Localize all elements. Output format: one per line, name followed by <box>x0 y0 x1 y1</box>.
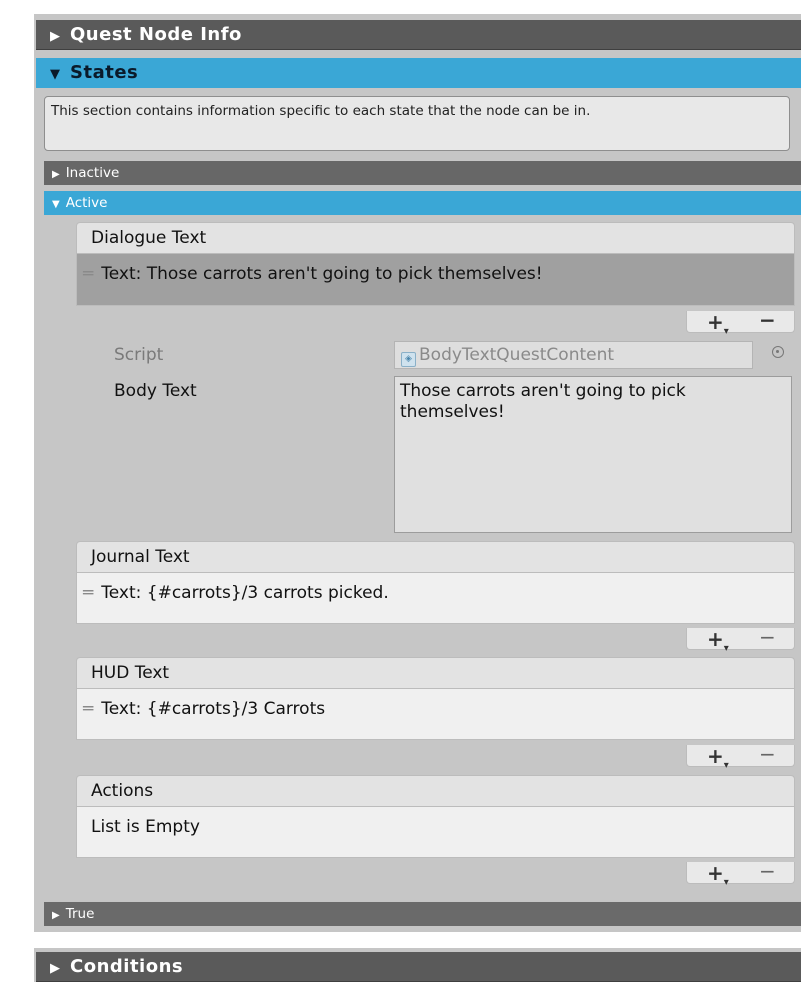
add-item-button[interactable]: +▾ <box>707 746 729 776</box>
script-field: ◈ BodyTextQuestContent <box>394 341 753 369</box>
state-label: Inactive <box>65 165 120 181</box>
section-quest-node-info[interactable]: ▶ Quest Node Info <box>36 20 801 50</box>
journal-text-list: ═ Text: {#carrots}/3 carrots picked. <box>76 572 795 624</box>
body-text-field[interactable]: Those carrots aren't going to pick thems… <box>394 376 792 533</box>
section-states[interactable]: ▼ States <box>36 58 801 88</box>
script-value: BodyTextQuestContent <box>419 345 615 365</box>
list-item-label: Text: {#carrots}/3 carrots picked. <box>101 583 389 603</box>
list-item[interactable]: ═ Text: Those carrots aren't going to pic… <box>83 264 543 284</box>
add-item-button[interactable]: +▾ <box>707 312 729 342</box>
remove-item-button[interactable]: − <box>759 744 776 764</box>
section-title: States <box>70 62 139 83</box>
list-item[interactable]: ═ Text: {#carrots}/3 carrots picked. <box>83 583 389 603</box>
section-divider <box>34 932 801 948</box>
object-picker-icon[interactable] <box>772 346 784 358</box>
section-conditions[interactable]: ▶ Conditions <box>36 952 801 982</box>
hud-text-list: ═ Text: {#carrots}/3 Carrots <box>76 688 795 740</box>
dialogue-text-list: ═ Text: Those carrots aren't going to pic… <box>76 253 795 306</box>
add-item-button[interactable]: +▾ <box>707 629 729 659</box>
journal-text-header: Journal Text <box>76 541 795 572</box>
drag-handle-icon[interactable]: ═ <box>83 264 93 284</box>
script-icon: ◈ <box>401 352 416 367</box>
collapsed-arrow-icon: ▶ <box>50 961 61 976</box>
actions-header: Actions <box>76 775 795 806</box>
actions-list: List is Empty <box>76 806 795 858</box>
empty-list-label: List is Empty <box>91 817 200 837</box>
collapsed-arrow-icon: ▶ <box>52 169 60 180</box>
states-help-box: This section contains information specif… <box>44 96 790 151</box>
collapsed-arrow-icon: ▶ <box>50 29 61 44</box>
script-label: Script <box>114 345 164 365</box>
state-inactive[interactable]: ▶ Inactive <box>44 161 801 185</box>
expanded-arrow-icon: ▼ <box>52 199 60 210</box>
list-item-label: Text: Those carrots aren't going to pick… <box>101 264 543 284</box>
list-item[interactable]: ═ Text: {#carrots}/3 Carrots <box>83 699 325 719</box>
hud-text-header: HUD Text <box>76 657 795 688</box>
journal-list-footer: +▾ − <box>686 627 795 654</box>
drag-handle-icon[interactable]: ═ <box>83 583 93 603</box>
drag-handle-icon[interactable]: ═ <box>83 699 93 719</box>
dialogue-text-header: Dialogue Text <box>76 222 795 253</box>
remove-item-button[interactable]: − <box>759 627 776 647</box>
collapsed-arrow-icon: ▶ <box>52 910 60 921</box>
hud-list-footer: +▾ − <box>686 744 795 771</box>
remove-item-button[interactable]: − <box>759 861 776 881</box>
state-label: Active <box>65 195 108 211</box>
state-active[interactable]: ▼ Active <box>44 191 801 215</box>
actions-list-footer: +▾ − <box>686 861 795 888</box>
dialogue-list-footer: +▾ − <box>686 310 795 337</box>
section-title: Quest Node Info <box>70 24 242 45</box>
state-label: True <box>65 906 95 922</box>
state-true[interactable]: ▶ True <box>44 902 801 926</box>
remove-item-button[interactable]: − <box>759 310 776 330</box>
body-text-label: Body Text <box>114 381 197 401</box>
section-title: Conditions <box>70 956 184 977</box>
add-item-button[interactable]: +▾ <box>707 863 729 893</box>
expanded-arrow-icon: ▼ <box>50 67 61 82</box>
list-item-label: Text: {#carrots}/3 Carrots <box>101 699 326 719</box>
